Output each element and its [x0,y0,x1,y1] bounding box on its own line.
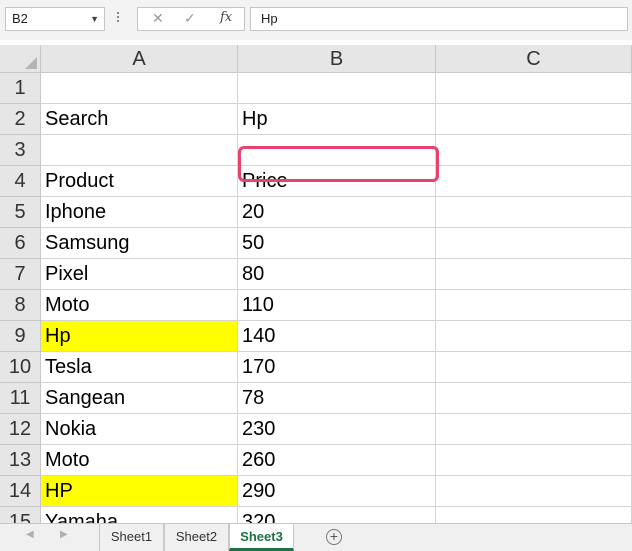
cell-b15[interactable]: 320 [238,507,436,523]
row-header-10[interactable]: 10 [0,352,41,383]
row-header-1[interactable]: 1 [0,73,41,104]
select-all-button[interactable] [0,45,41,73]
cell-c11[interactable] [436,383,632,414]
row-header-3[interactable]: 3 [0,135,41,166]
row-header-15[interactable]: 15 [0,507,41,523]
spreadsheet-grid: A B C 1 2 Search Hp 3 4 Product Price 5 Iphone 20 6… [0,45,632,523]
cell-b12[interactable]: 230 [238,414,436,445]
cell-c8[interactable] [436,290,632,321]
cell-c13[interactable] [436,445,632,476]
cell-a8[interactable]: Moto [41,290,238,321]
cell-b8[interactable]: 110 [238,290,436,321]
cell-b11[interactable]: 78 [238,383,436,414]
tab-sheet1[interactable]: Sheet1 [99,524,164,551]
cell-c7[interactable] [436,259,632,290]
column-header-b[interactable]: B [238,45,436,73]
row-header-8[interactable]: 8 [0,290,41,321]
cell-c3[interactable] [436,135,632,166]
row-header-9[interactable]: 9 [0,321,41,352]
cell-c5[interactable] [436,197,632,228]
cell-c10[interactable] [436,352,632,383]
cell-b1[interactable] [238,73,436,104]
formula-input[interactable]: Hp [250,7,628,31]
cell-b14[interactable]: 290 [238,476,436,507]
row-header-12[interactable]: 12 [0,414,41,445]
cell-c15[interactable] [436,507,632,523]
cell-b7[interactable]: 80 [238,259,436,290]
cell-c1[interactable] [436,73,632,104]
more-options-icon [116,10,120,26]
cell-c6[interactable] [436,228,632,259]
scroll-right-icon[interactable]: ▶ [60,529,68,540]
row-header-14[interactable]: 14 [0,476,41,507]
cell-a14[interactable]: HP [41,476,238,507]
cell-a9[interactable]: Hp [41,321,238,352]
formula-buttons: ✕ ✓ fx [137,7,245,31]
cell-a5[interactable]: Iphone [41,197,238,228]
cell-a11[interactable]: Sangean [41,383,238,414]
row-header-5[interactable]: 5 [0,197,41,228]
tab-sheet2[interactable]: Sheet2 [164,524,229,551]
row-header-6[interactable]: 6 [0,228,41,259]
cell-c12[interactable] [436,414,632,445]
enter-icon[interactable]: ✓ [184,10,196,27]
column-header-c[interactable]: C [436,45,632,73]
cell-c4[interactable] [436,166,632,197]
cell-a4[interactable]: Product [41,166,238,197]
name-box-value: B2 [12,11,28,26]
sheet-tab-bar: ◀ ▶ Sheet1 Sheet2 Sheet3 + [0,523,632,551]
row-header-4[interactable]: 4 [0,166,41,197]
row-header-13[interactable]: 13 [0,445,41,476]
cell-a7[interactable]: Pixel [41,259,238,290]
cell-a2[interactable]: Search [41,104,238,135]
formula-bar: B2 ▼ ✕ ✓ fx Hp [0,0,632,40]
cell-a6[interactable]: Samsung [41,228,238,259]
row-header-11[interactable]: 11 [0,383,41,414]
name-box[interactable]: B2 ▼ [5,7,105,31]
insert-function-icon[interactable]: fx [220,10,232,25]
cell-b13[interactable]: 260 [238,445,436,476]
column-header-a[interactable]: A [41,45,238,73]
cell-a1[interactable] [41,73,238,104]
cell-a12[interactable]: Nokia [41,414,238,445]
cell-c9[interactable] [436,321,632,352]
chevron-down-icon[interactable]: ▼ [90,8,99,30]
cell-b2[interactable]: Hp [238,104,436,135]
scroll-left-icon[interactable]: ◀ [26,529,34,540]
cell-a15[interactable]: Yamaha [41,507,238,523]
cell-a10[interactable]: Tesla [41,352,238,383]
cell-c2[interactable] [436,104,632,135]
cell-b10[interactable]: 170 [238,352,436,383]
cancel-icon[interactable]: ✕ [152,10,164,27]
cell-b9[interactable]: 140 [238,321,436,352]
cell-b6[interactable]: 50 [238,228,436,259]
cell-c14[interactable] [436,476,632,507]
row-header-2[interactable]: 2 [0,104,41,135]
tab-sheet3[interactable]: Sheet3 [229,524,294,551]
add-sheet-button[interactable]: + [326,529,342,545]
selected-cell-b2[interactable] [238,146,439,182]
cell-b5[interactable]: 20 [238,197,436,228]
cell-a13[interactable]: Moto [41,445,238,476]
row-header-7[interactable]: 7 [0,259,41,290]
cell-a3[interactable] [41,135,238,166]
